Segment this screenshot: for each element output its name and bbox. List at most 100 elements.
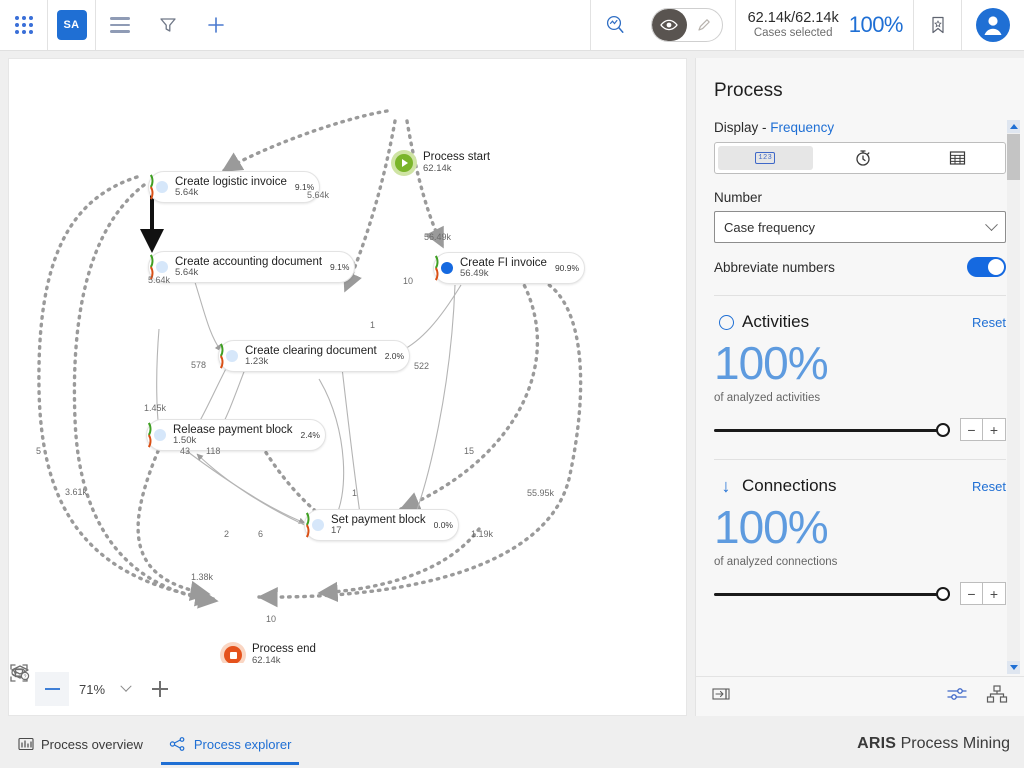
analysis-search-icon[interactable]	[591, 0, 639, 50]
bottom-tab-bar: Process overview Process explorer ARIS P…	[0, 720, 1024, 768]
activities-slider[interactable]	[714, 422, 950, 438]
edge-label: 2	[224, 529, 230, 539]
node-set-payment-block[interactable]: Set payment block 17 0.0%	[304, 509, 459, 541]
funnel-glyph	[160, 18, 176, 32]
panel-scrollbar[interactable]	[1007, 120, 1020, 674]
toolbar-spacer	[240, 0, 591, 50]
slider-track	[714, 428, 950, 432]
node-percent: 90.9%	[554, 263, 580, 273]
node-count: 5.64k	[175, 267, 199, 279]
number-select[interactable]: Case frequency	[714, 211, 1006, 243]
panel-body: Display - Frequency 123 Number Case freq…	[696, 120, 1024, 605]
node-process-start[interactable]: Process start 62.14k	[391, 150, 490, 176]
node-text: Set payment block 17	[331, 514, 426, 536]
connections-reset-button[interactable]: Reset	[972, 479, 1006, 494]
connections-decrease-button[interactable]: −	[960, 582, 983, 605]
tab-process-explorer[interactable]: Process explorer	[160, 720, 299, 768]
slider-thumb[interactable]	[936, 422, 950, 437]
zoom-dropdown-icon[interactable]	[109, 672, 143, 706]
node-create-logistic-invoice[interactable]: Create logistic invoice 5.64k 9.1%	[148, 171, 321, 203]
workspace-badge[interactable]: SA	[48, 0, 96, 50]
tab-process-overview[interactable]: Process overview	[18, 720, 143, 768]
collapse-panel-icon[interactable]	[712, 686, 732, 707]
node-arc-indicator	[434, 255, 439, 281]
scroll-up-button[interactable]	[1007, 120, 1020, 133]
down-arrow-icon: ↓	[721, 476, 731, 496]
plus-glyph	[208, 17, 224, 33]
tab-duration-mode[interactable]	[816, 143, 911, 173]
node-create-accounting-document[interactable]: Create accounting document 5.64k 9.1%	[148, 251, 356, 283]
chevron-down-icon	[985, 217, 998, 231]
user-avatar-icon[interactable]	[962, 0, 1024, 50]
abbreviate-numbers-toggle[interactable]	[967, 257, 1006, 277]
slider-thumb[interactable]	[936, 586, 950, 601]
pencil-icon[interactable]	[687, 9, 722, 41]
funnel-icon[interactable]	[144, 0, 192, 50]
edge-label: 1	[370, 320, 376, 330]
play-icon	[395, 154, 413, 172]
app-grid-icon[interactable]	[0, 0, 48, 50]
edge-label: 522	[414, 361, 430, 371]
process-explorer-icon	[169, 737, 185, 751]
edge-label: 1	[352, 488, 358, 498]
node-create-fi-invoice[interactable]: Create FI invoice 56.49k 90.9%	[433, 252, 586, 284]
connections-percent: 100%	[714, 501, 829, 553]
edge-label: 1.38k	[191, 572, 214, 582]
connections-increase-button[interactable]: +	[983, 582, 1006, 605]
hamburger-icon[interactable]	[96, 0, 144, 50]
activities-reset-button[interactable]: Reset	[972, 315, 1006, 330]
tab-process-overview-label: Process overview	[41, 736, 143, 752]
plus-icon[interactable]	[192, 0, 240, 50]
node-text: Create logistic invoice 5.64k	[175, 176, 287, 198]
bookmark-star-icon[interactable]	[914, 0, 962, 50]
activities-increase-button[interactable]: +	[983, 418, 1006, 441]
activities-step-buttons: − +	[960, 418, 1006, 441]
tab-table-mode[interactable]	[910, 143, 1005, 173]
zoom-out-icon[interactable]	[35, 672, 69, 706]
edge-label: 1.19k	[471, 529, 494, 539]
display-value[interactable]: Frequency	[770, 120, 834, 135]
zoom-level-value[interactable]: 71%	[79, 682, 105, 697]
number-label: Number	[714, 190, 763, 205]
org-hierarchy-icon[interactable]	[986, 685, 1008, 708]
layers-icon[interactable]	[11, 665, 261, 706]
scrollbar-rail[interactable]	[1007, 133, 1020, 661]
node-create-clearing-document[interactable]: Create clearing document 1.23k 2.0%	[218, 340, 411, 372]
hierarchy-glyph	[986, 685, 1008, 703]
sliders-settings-icon[interactable]	[946, 685, 968, 708]
connections-slider-row: − +	[714, 582, 1006, 605]
scrollbar-thumb[interactable]	[1007, 134, 1020, 180]
process-graph-canvas[interactable]: Process start 62.14k Process end 62.14k …	[8, 58, 687, 716]
view-mode-toggle[interactable]	[639, 0, 736, 50]
edge-label: 118	[206, 446, 221, 456]
view-mode-switch[interactable]	[650, 8, 723, 42]
tab-frequency-mode[interactable]: 123	[718, 146, 813, 170]
zoom-in-icon[interactable]	[143, 672, 177, 706]
scroll-down-button[interactable]	[1007, 661, 1020, 674]
display-mode-segmented-control[interactable]: 123	[714, 142, 1006, 174]
connections-title: Connections	[742, 476, 837, 495]
activities-decrease-button[interactable]: −	[960, 418, 983, 441]
edge-label: 5	[36, 446, 42, 456]
node-text: Create clearing document 1.23k	[245, 345, 377, 367]
abbreviate-numbers-row: Abbreviate numbers	[714, 257, 1006, 277]
eye-icon[interactable]	[651, 9, 687, 41]
stop-icon	[224, 646, 242, 664]
connections-section-header: ↓ Connections Reset	[714, 476, 1007, 496]
collapse-glyph	[712, 688, 730, 700]
node-count: 5.64k	[175, 187, 199, 199]
stopwatch-icon	[856, 150, 870, 166]
connections-slider[interactable]	[714, 586, 950, 602]
fit-to-screen-icon[interactable]	[10, 664, 227, 706]
number-select-value: Case frequency	[724, 219, 816, 235]
node-text: Create FI invoice 56.49k	[460, 257, 547, 279]
legend-icon[interactable]: ?	[11, 668, 295, 706]
cases-numbers: 62.14k/62.14k Cases selected	[748, 10, 839, 40]
node-release-payment-block[interactable]: Release payment block 1.50k 2.4%	[146, 419, 326, 451]
start-label-block: Process start 62.14k	[423, 151, 490, 174]
cases-value: 62.14k/62.14k	[747, 10, 839, 27]
display-label-row: Display - Frequency	[714, 120, 1006, 135]
sliders-glyph	[947, 688, 967, 700]
brand-aris: ARIS	[857, 735, 897, 752]
cases-label: Cases selected	[753, 26, 833, 39]
